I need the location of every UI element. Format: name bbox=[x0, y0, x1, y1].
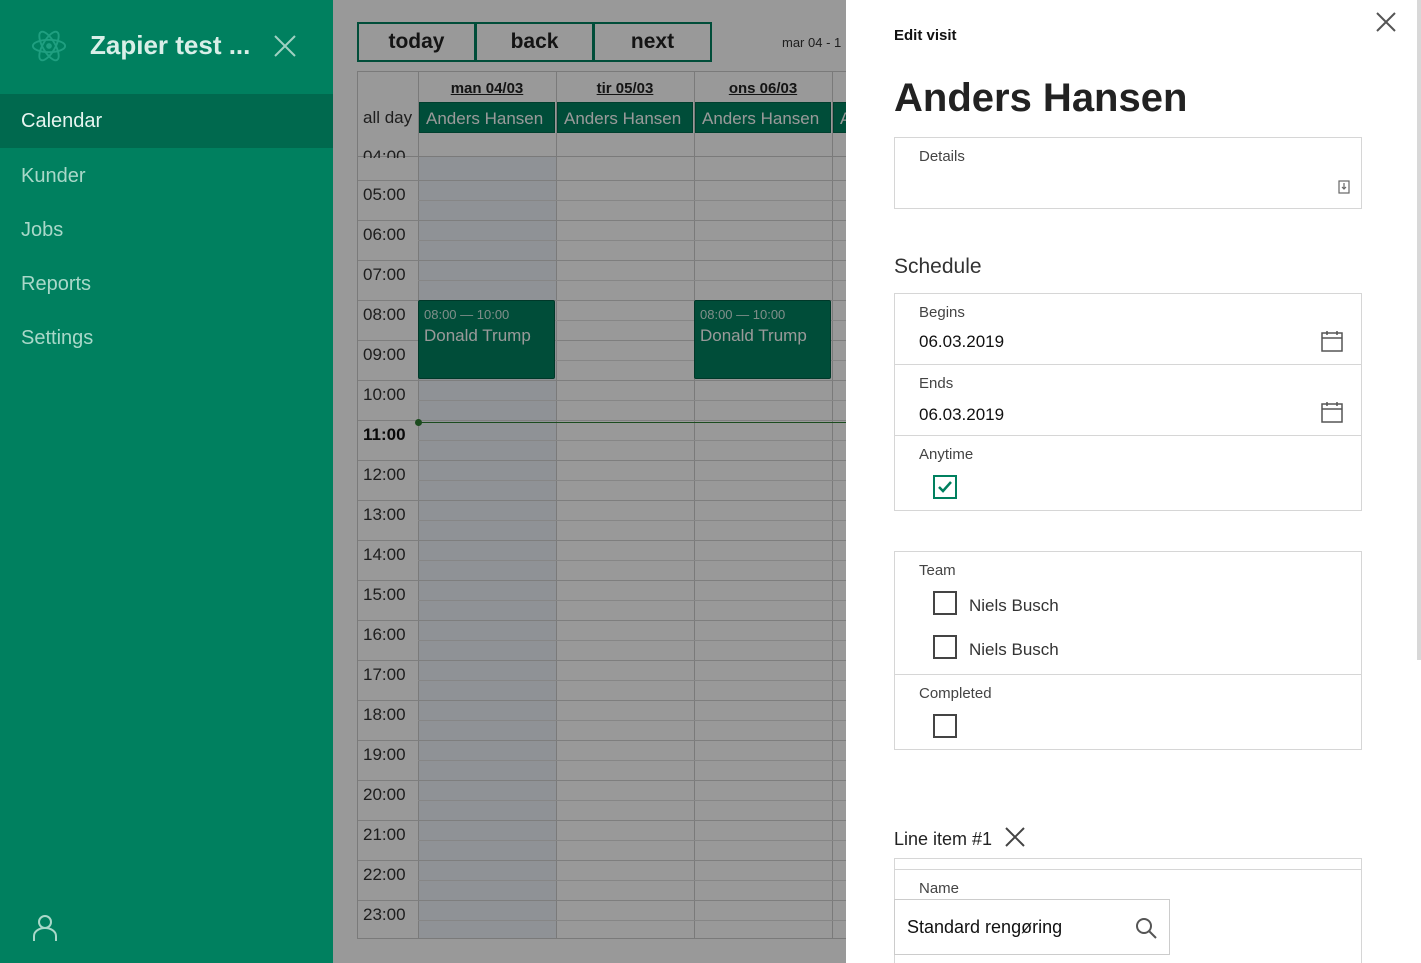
remove-line-item-icon[interactable] bbox=[1005, 827, 1025, 847]
anytime-label: Anytime bbox=[919, 446, 974, 463]
calendar-icon[interactable] bbox=[1321, 401, 1343, 423]
modal-overlay[interactable] bbox=[333, 0, 846, 963]
team-field: Team Niels Busch Niels Busch bbox=[894, 551, 1362, 675]
line-item-name-input[interactable] bbox=[894, 899, 1170, 955]
textarea-resize-icon bbox=[1338, 180, 1350, 194]
panel-title: Anders Hansen bbox=[894, 76, 1188, 120]
nav-item-calendar[interactable]: Calendar bbox=[0, 94, 333, 148]
begins-value[interactable]: 06.03.2019 bbox=[919, 332, 1004, 352]
ends-field[interactable]: Ends 06.03.2019 bbox=[894, 364, 1362, 436]
team-member-checkbox[interactable] bbox=[933, 591, 957, 615]
nav-item-kunder[interactable]: Kunder bbox=[0, 149, 333, 203]
completed-label: Completed bbox=[919, 685, 992, 702]
begins-label: Begins bbox=[919, 304, 965, 321]
user-icon[interactable] bbox=[32, 914, 58, 942]
check-icon bbox=[938, 481, 952, 493]
ends-label: Ends bbox=[919, 375, 954, 392]
anytime-field: Anytime bbox=[894, 435, 1362, 511]
details-field[interactable]: Details bbox=[894, 137, 1362, 209]
anytime-checkbox[interactable] bbox=[933, 475, 957, 499]
scrollbar[interactable] bbox=[1417, 0, 1421, 660]
nav-item-reports[interactable]: Reports bbox=[0, 257, 333, 311]
completed-field: Completed bbox=[894, 674, 1362, 750]
calendar-icon[interactable] bbox=[1321, 330, 1343, 352]
search-icon[interactable] bbox=[1135, 917, 1157, 939]
close-sidebar-icon[interactable] bbox=[272, 33, 298, 59]
edit-visit-panel: Edit visit Anders Hansen Details Schedul… bbox=[846, 0, 1421, 963]
sidebar-brand: Zapier test ... bbox=[0, 0, 333, 94]
team-member-name[interactable]: Niels Busch bbox=[969, 596, 1059, 616]
nav-item-settings[interactable]: Settings bbox=[0, 311, 333, 365]
sidebar: Zapier test ... Calendar Kunder Jobs Rep… bbox=[0, 0, 333, 963]
team-label: Team bbox=[919, 562, 956, 579]
app-title: Zapier test ... bbox=[90, 30, 251, 60]
nav-item-jobs[interactable]: Jobs bbox=[0, 203, 333, 257]
name-input[interactable] bbox=[907, 917, 1127, 938]
details-label: Details bbox=[919, 148, 965, 165]
react-logo-icon bbox=[31, 30, 67, 62]
name-label: Name bbox=[919, 880, 960, 897]
schedule-title: Schedule bbox=[894, 255, 982, 278]
close-icon[interactable] bbox=[1376, 12, 1396, 32]
completed-checkbox[interactable] bbox=[933, 714, 957, 738]
team-member-checkbox[interactable] bbox=[933, 635, 957, 659]
panel-subtitle: Edit visit bbox=[894, 27, 957, 44]
begins-field[interactable]: Begins 06.03.2019 bbox=[894, 293, 1362, 365]
ends-value[interactable]: 06.03.2019 bbox=[919, 405, 1004, 425]
line-item-title: Line item #1 bbox=[894, 829, 993, 849]
team-member-name[interactable]: Niels Busch bbox=[969, 640, 1059, 660]
